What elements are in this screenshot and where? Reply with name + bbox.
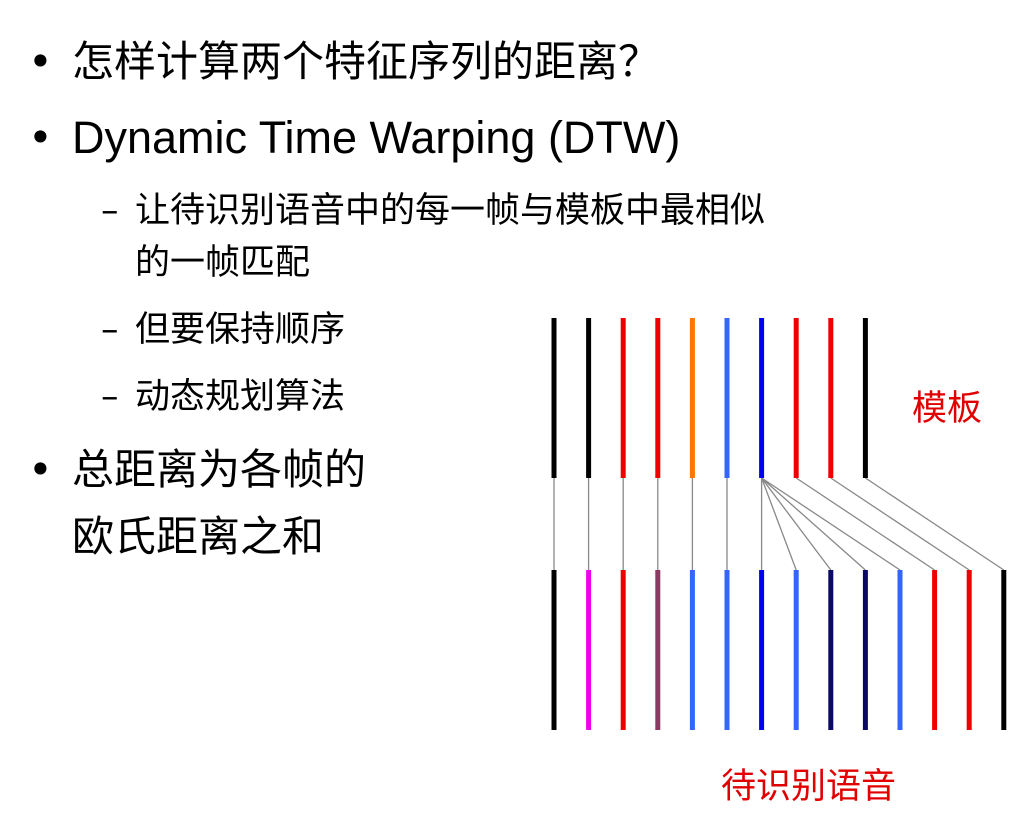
template-label: 模板 [912,389,983,429]
alignment-link [761,477,832,571]
dtw-alignment-diagram [551,318,1007,730]
alignment-link [760,477,797,571]
alignment-link [761,477,866,571]
alignment-link [830,477,970,571]
alignment-link [795,477,935,571]
alignment-link [761,477,901,571]
slide: • 怎样计算两个特征序列的距离？ • Dynamic Time Warping … [0,0,1036,817]
alignment-link [865,477,1005,571]
test-speech-label: 待识别语音 [721,767,897,807]
